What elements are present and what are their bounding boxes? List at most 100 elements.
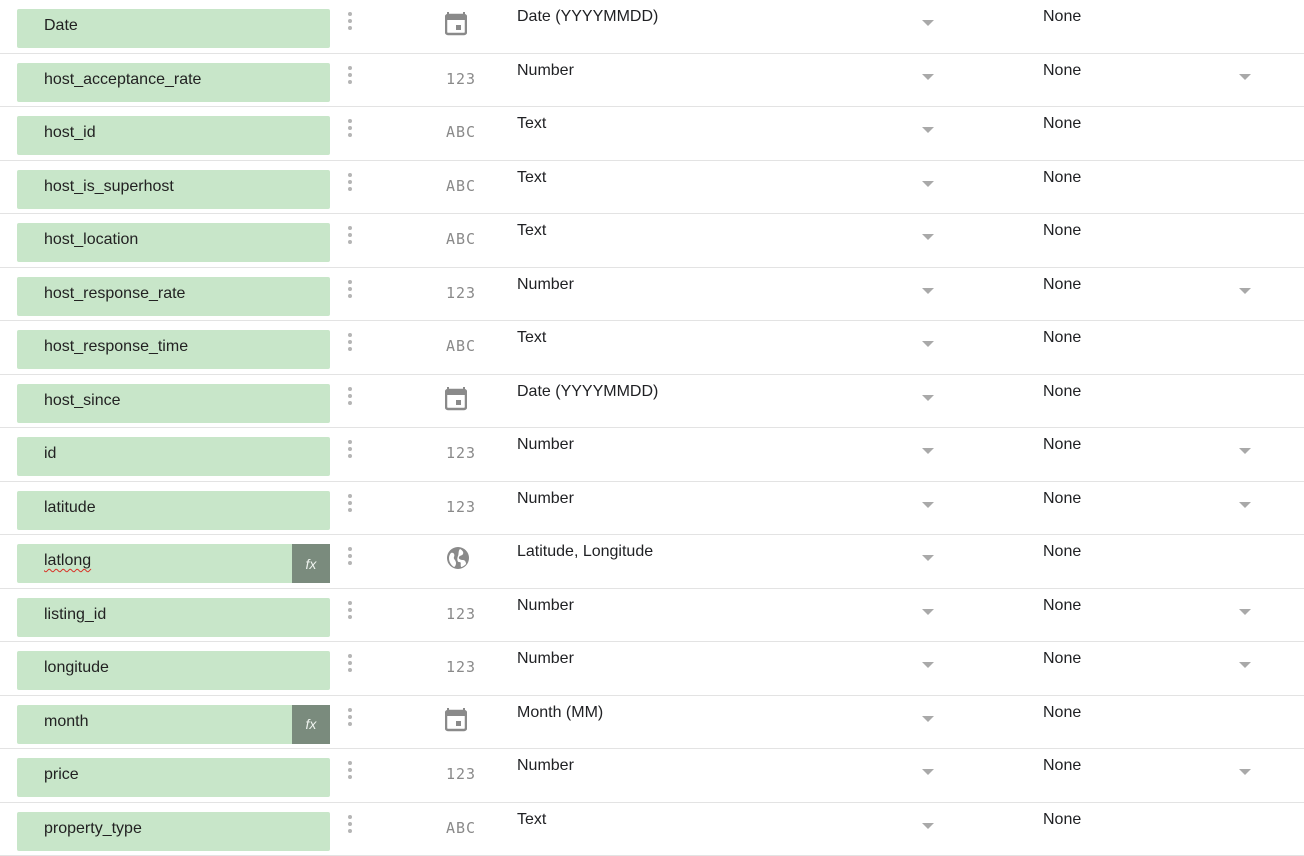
field-type-select[interactable]: Text (517, 169, 546, 187)
type-dropdown-arrow-icon[interactable] (922, 127, 934, 133)
field-name-chip[interactable]: Date (17, 9, 330, 48)
text-icon: ABC (445, 171, 481, 203)
more-vert-icon[interactable] (345, 599, 355, 631)
more-vert-icon[interactable] (345, 224, 355, 256)
aggregation-value[interactable]: None (1043, 543, 1081, 561)
type-dropdown-arrow-icon[interactable] (922, 716, 934, 722)
more-vert-icon[interactable] (345, 117, 355, 149)
field-type-select[interactable]: Number (517, 436, 574, 454)
field-name-chip[interactable]: id (17, 437, 330, 476)
type-dropdown-arrow-icon[interactable] (922, 395, 934, 401)
aggregation-value[interactable]: None (1043, 169, 1081, 187)
field-name-chip[interactable]: listing_id (17, 598, 330, 637)
more-vert-icon[interactable] (345, 652, 355, 684)
type-dropdown-arrow-icon[interactable] (922, 662, 934, 668)
field-type-select[interactable]: Date (YYYYMMDD) (517, 383, 658, 401)
more-vert-icon[interactable] (345, 813, 355, 845)
type-dropdown-arrow-icon[interactable] (922, 288, 934, 294)
field-name-chip[interactable]: host_id (17, 116, 330, 155)
field-name-chip[interactable]: host_is_superhost (17, 170, 330, 209)
aggregation-dropdown-arrow-icon[interactable] (1239, 448, 1251, 454)
type-dropdown-arrow-icon[interactable] (922, 769, 934, 775)
more-vert-icon[interactable] (345, 438, 355, 470)
aggregation-value[interactable]: None (1043, 276, 1081, 294)
more-vert-icon[interactable] (345, 278, 355, 310)
more-vert-icon[interactable] (345, 331, 355, 363)
more-vert-icon[interactable] (345, 759, 355, 791)
aggregation-dropdown-arrow-icon[interactable] (1239, 502, 1251, 508)
more-vert-icon[interactable] (345, 706, 355, 738)
field-type-select[interactable]: Latitude, Longitude (517, 543, 653, 561)
field-name: host_is_superhost (44, 178, 174, 196)
field-name-chip[interactable]: host_acceptance_rate (17, 63, 330, 102)
field-type-select[interactable]: Text (517, 115, 546, 133)
aggregation-dropdown-arrow-icon[interactable] (1239, 662, 1251, 668)
field-type-select[interactable]: Number (517, 757, 574, 775)
type-dropdown-arrow-icon[interactable] (922, 502, 934, 508)
calculated-field-fx-button[interactable]: fx (292, 544, 330, 583)
aggregation-dropdown-arrow-icon[interactable] (1239, 769, 1251, 775)
aggregation-value[interactable]: None (1043, 704, 1081, 722)
field-name-chip[interactable]: price (17, 758, 330, 797)
more-vert-icon[interactable] (345, 545, 355, 577)
aggregation-value[interactable]: None (1043, 597, 1081, 615)
field-type-select[interactable]: Number (517, 276, 574, 294)
field-type-select[interactable]: Number (517, 650, 574, 668)
field-type-select[interactable]: Number (517, 597, 574, 615)
field-name-chip[interactable]: property_type (17, 812, 330, 851)
field-name-chip[interactable]: longitude (17, 651, 330, 690)
field-name-chip[interactable]: host_location (17, 223, 330, 262)
aggregation-value[interactable]: None (1043, 115, 1081, 133)
field-name-chip[interactable]: host_since (17, 384, 330, 423)
aggregation-value[interactable]: None (1043, 8, 1081, 26)
aggregation-value[interactable]: None (1043, 222, 1081, 240)
field-type-select[interactable]: Text (517, 329, 546, 347)
more-vert-icon[interactable] (345, 385, 355, 417)
field-name-chip[interactable]: host_response_time (17, 330, 330, 369)
field-row: id123NumberNone (0, 428, 1304, 482)
number-icon: 123 (445, 759, 481, 791)
aggregation-value[interactable]: None (1043, 811, 1081, 829)
type-dropdown-arrow-icon[interactable] (922, 555, 934, 561)
aggregation-dropdown-arrow-icon[interactable] (1239, 609, 1251, 615)
aggregation-value[interactable]: None (1043, 383, 1081, 401)
aggregation-value[interactable]: None (1043, 650, 1081, 668)
aggregation-dropdown-arrow-icon[interactable] (1239, 74, 1251, 80)
more-vert-icon[interactable] (345, 10, 355, 42)
field-name: property_type (44, 820, 142, 838)
field-type-select[interactable]: Number (517, 62, 574, 80)
field-row: longitude123NumberNone (0, 642, 1304, 696)
aggregation-value[interactable]: None (1043, 757, 1081, 775)
more-vert-icon[interactable] (345, 492, 355, 524)
field-row: host_idABCTextNone (0, 107, 1304, 161)
type-dropdown-arrow-icon[interactable] (922, 823, 934, 829)
aggregation-value[interactable]: None (1043, 436, 1081, 454)
aggregation-value[interactable]: None (1043, 329, 1081, 347)
more-vert-icon[interactable] (345, 64, 355, 96)
field-name-chip[interactable]: monthfx (17, 705, 330, 744)
calculated-field-fx-button[interactable]: fx (292, 705, 330, 744)
field-type-select[interactable]: Date (YYYYMMDD) (517, 8, 658, 26)
type-dropdown-arrow-icon[interactable] (922, 341, 934, 347)
field-name-chip[interactable]: latitude (17, 491, 330, 530)
globe-icon (445, 545, 481, 577)
more-vert-icon[interactable] (345, 171, 355, 203)
field-type-select[interactable]: Number (517, 490, 574, 508)
calendar-icon (445, 385, 481, 417)
type-dropdown-arrow-icon[interactable] (922, 181, 934, 187)
type-dropdown-arrow-icon[interactable] (922, 20, 934, 26)
field-name-chip[interactable]: host_response_rate (17, 277, 330, 316)
aggregation-value[interactable]: None (1043, 490, 1081, 508)
field-type-select[interactable]: Text (517, 811, 546, 829)
type-dropdown-arrow-icon[interactable] (922, 234, 934, 240)
field-row: monthfx Month (MM) None (0, 696, 1304, 750)
aggregation-dropdown-arrow-icon[interactable] (1239, 288, 1251, 294)
type-dropdown-arrow-icon[interactable] (922, 74, 934, 80)
type-dropdown-arrow-icon[interactable] (922, 448, 934, 454)
aggregation-value[interactable]: None (1043, 62, 1081, 80)
type-dropdown-arrow-icon[interactable] (922, 609, 934, 615)
field-type-select[interactable]: Text (517, 222, 546, 240)
field-name-chip[interactable]: latlongfx (17, 544, 330, 583)
field-name: latitude (44, 499, 96, 517)
field-type-select[interactable]: Month (MM) (517, 704, 603, 722)
